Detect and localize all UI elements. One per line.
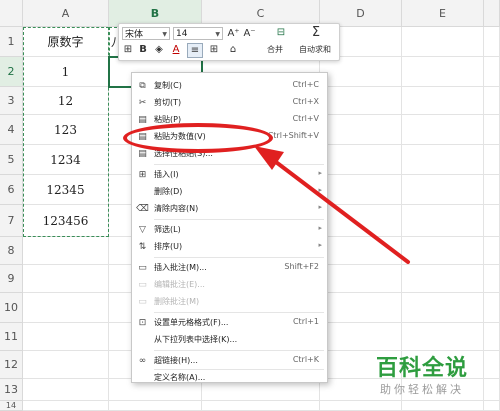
watermark-title: 百科全说 [376,356,469,381]
watermark: 百科全说 助你轻松解决 [370,350,498,405]
watermark-subtitle: 助你轻松解决 [380,383,464,396]
